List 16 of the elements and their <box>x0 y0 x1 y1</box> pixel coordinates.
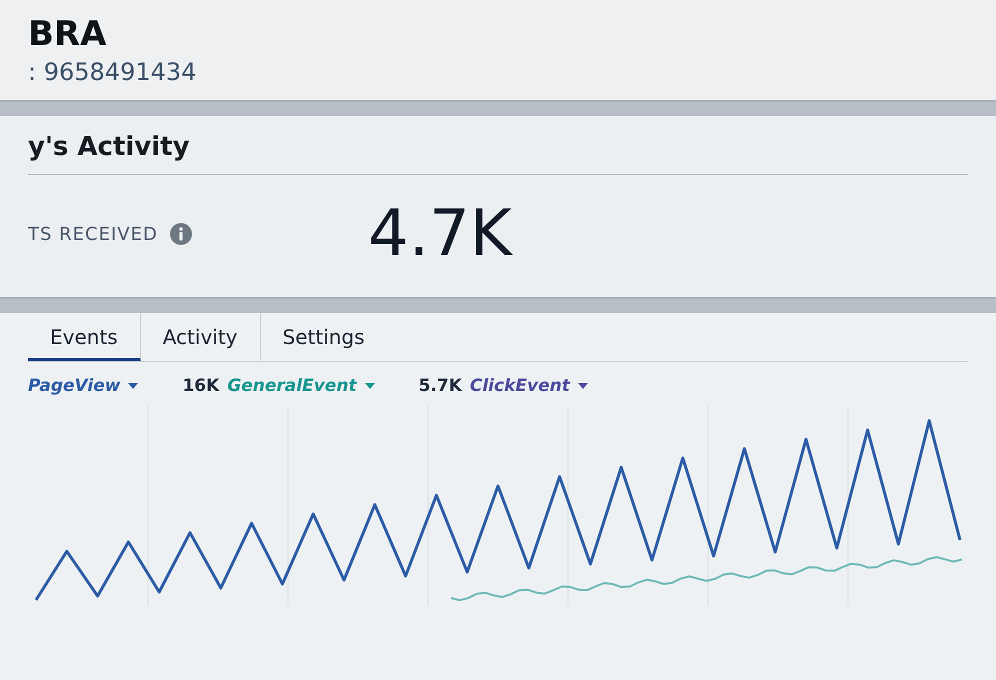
caret-icon <box>578 383 588 389</box>
activity-title: y's Activity <box>28 132 968 175</box>
metric-value: 4.7K <box>368 197 512 271</box>
caret-icon <box>128 383 138 389</box>
series-count: 16K <box>182 376 220 396</box>
tab[interactable]: Settings <box>260 313 387 361</box>
account-id: : 9658491434 <box>28 58 198 86</box>
account-title: BRA <box>28 14 108 54</box>
series-count: 5.7K <box>418 376 462 396</box>
info-icon[interactable] <box>170 223 192 245</box>
tab[interactable]: Activity <box>140 313 261 361</box>
caret-icon <box>364 383 375 389</box>
series-dropdown[interactable]: PageView <box>28 374 138 398</box>
tab[interactable]: Events <box>28 313 141 361</box>
series-dropdown[interactable]: ClickEvent <box>470 374 588 398</box>
metric-label: TS RECEIVED <box>28 224 158 244</box>
